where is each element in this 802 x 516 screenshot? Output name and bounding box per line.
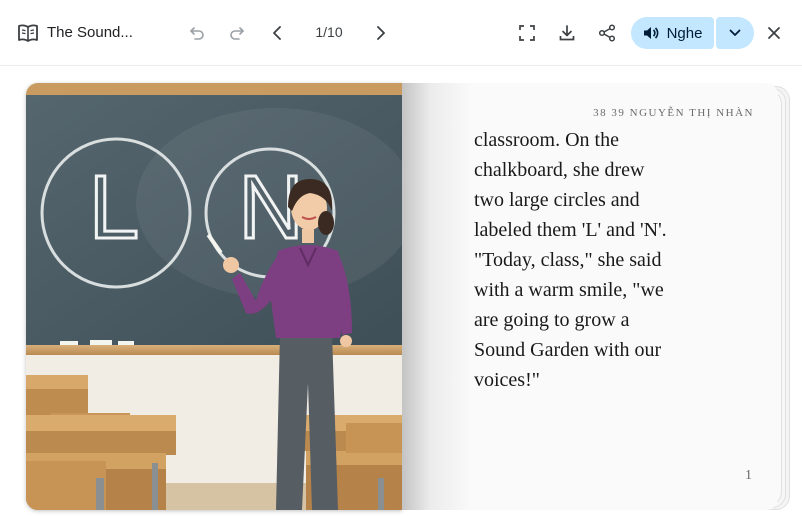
classroom-illustration: L N (26, 83, 402, 510)
reader-toolbar: The Sound... 1/10 Nghe (0, 0, 802, 66)
illustration-page: L N (26, 83, 402, 510)
redo-icon[interactable] (225, 22, 249, 44)
chevron-down-icon (729, 29, 741, 36)
chevron-right-icon (377, 26, 385, 40)
text-page: 38 39 NGUYỄN THỊ NHÀN classroom. On the … (402, 83, 778, 510)
page-number: 1 (745, 468, 752, 483)
page-indicator: 1/10 (315, 24, 343, 40)
story-line: are going to grow a (474, 309, 630, 331)
story-line: two large circles and (474, 189, 640, 211)
book-icon (16, 21, 40, 45)
story-line: Sound Garden with our (474, 339, 662, 361)
previous-page-button[interactable] (265, 22, 289, 44)
gutter-shadow (402, 83, 472, 510)
story-line: voices!" (474, 369, 540, 391)
story-line: with a warm smile, "we (474, 279, 664, 301)
story-line: chalkboard, she drew (474, 159, 645, 181)
listen-label: Nghe (666, 24, 703, 42)
chalk-letter-l: L (89, 158, 139, 258)
book-title: The Sound... (47, 24, 133, 41)
story-line: labeled them 'L' and 'N'. (474, 219, 667, 241)
share-icon[interactable] (595, 21, 619, 45)
download-icon[interactable] (555, 21, 579, 45)
listen-button[interactable]: Nghe (631, 17, 714, 49)
open-book: L N 38 39 NGUYỄN THỊ NHÀN classroom. On … (26, 83, 790, 510)
story-line: classroom. On the (474, 129, 619, 151)
fullscreen-icon[interactable] (515, 21, 539, 45)
story-text: classroom. On the chalkboard, she drew t… (474, 125, 714, 395)
listen-options-button[interactable] (716, 17, 754, 49)
next-page-button[interactable] (369, 22, 393, 44)
story-line: "Today, class," she said (474, 249, 662, 271)
close-icon[interactable] (762, 21, 786, 45)
chevron-left-icon (273, 26, 281, 40)
speaker-icon (643, 27, 658, 39)
page-header: 38 39 NGUYỄN THỊ NHÀN (593, 107, 754, 119)
undo-icon[interactable] (185, 22, 209, 44)
